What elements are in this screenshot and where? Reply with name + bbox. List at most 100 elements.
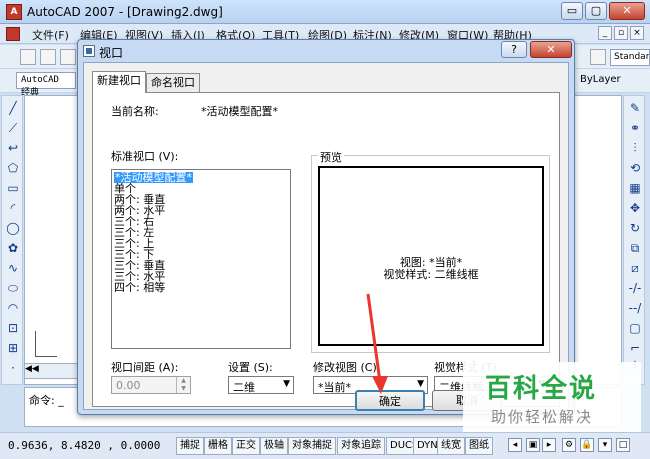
insert-block-icon[interactable]: ⊡ [5, 320, 21, 336]
ortho-toggle[interactable]: 正交 [232, 437, 260, 455]
polygon-icon[interactable]: ⬠ [5, 160, 21, 176]
coordinate-readout: 0.9636, 8.4820 , 0.0000 [8, 439, 161, 452]
osnap-toggle[interactable]: 对象捕捉 [288, 437, 336, 455]
trim-icon[interactable]: -/- [627, 280, 643, 296]
point-icon[interactable]: · [5, 360, 21, 376]
text-style-combo[interactable]: Standard [610, 49, 650, 66]
rectangle-icon[interactable]: ▭ [5, 180, 21, 196]
arc-icon[interactable]: ◜ [5, 200, 21, 216]
list-item[interactable]: 四个: 相等 [114, 282, 165, 293]
current-name-value: *活动模型配置* [201, 105, 278, 118]
new-file-icon[interactable] [20, 49, 36, 65]
break-icon[interactable]: ▢ [627, 320, 643, 336]
viewport-dialog-icon [83, 45, 95, 57]
preview-visual-style-text: 视觉样式: 二维线框 [383, 268, 479, 281]
workspace-combo[interactable]: AutoCAD 经典 [16, 72, 76, 98]
ucs-icon [35, 331, 57, 357]
extend-icon[interactable]: --/ [627, 300, 643, 316]
chevron-down-icon[interactable]: ▼ [177, 385, 190, 393]
command-prompt: 命令: _ [29, 394, 64, 407]
chevron-up-icon[interactable]: ▲ [177, 377, 190, 385]
current-name-label: 当前名称: [111, 105, 159, 118]
watermark-logo-text: 百科全说 [485, 374, 598, 404]
annotation-arrow-shaft [366, 293, 382, 383]
snap-toggle[interactable]: 捕捉 [176, 437, 204, 455]
viewport-spacing-stepper[interactable]: 0.00 ▲ ▼ [111, 376, 191, 394]
mdi-minimize-icon[interactable]: _ [598, 26, 612, 40]
new-viewports-panel: 当前名称: *活动模型配置* 标准视口 (V): *活动模型配置* 单个 两个:… [92, 92, 560, 407]
chamfer-icon[interactable]: ⌐ [627, 340, 643, 356]
offset-icon[interactable]: ⟲ [627, 160, 643, 176]
scroll-right-icon[interactable]: ▸ [542, 438, 556, 452]
annotation-arrow-head [372, 376, 388, 394]
status-bar: 0.9636, 8.4820 , 0.0000 捕捉 栅格 正交 极轴 对象捕捉… [0, 432, 650, 459]
dialog-help-button[interactable]: ? [501, 41, 527, 58]
paper-model-toggle[interactable]: 图纸 [465, 437, 493, 455]
viewport-icon[interactable]: ▣ [526, 438, 540, 452]
open-file-icon[interactable] [40, 49, 56, 65]
scroll-left-icon[interactable]: ◂ [508, 438, 522, 452]
move-icon[interactable]: ✥ [627, 200, 643, 216]
preview-label: 预览 [318, 149, 344, 165]
tray-settings-icon[interactable]: ⚙ [562, 438, 576, 452]
chevron-down-icon[interactable]: ▾ [598, 438, 612, 452]
lineweight-toggle[interactable]: 线宽 [437, 437, 465, 455]
line-icon[interactable]: ╱ [5, 100, 21, 116]
rotate-icon[interactable]: ↻ [627, 220, 643, 236]
watermark: 百科全说 助你轻松解决 [463, 362, 641, 432]
mirror-icon[interactable]: ⫶ [627, 140, 643, 156]
app-titlebar: A AutoCAD 2007 - [Drawing2.dwg] ▭ ▢ ✕ [0, 0, 650, 24]
erase-icon[interactable]: ✎ [627, 100, 643, 116]
mdi-close-icon[interactable]: × [630, 26, 644, 40]
ellipse-arc-icon[interactable]: ◠ [5, 300, 21, 316]
mdi-restore-icon[interactable]: ▫ [614, 26, 628, 40]
lock-icon[interactable]: 🔒 [580, 438, 594, 452]
annotation-arrow [366, 293, 388, 394]
stretch-icon[interactable]: ⧄ [627, 260, 643, 276]
layout-tabs[interactable]: ◀◀ [24, 363, 84, 379]
watermark-slogan: 助你轻松解决 [491, 408, 594, 426]
revision-cloud-icon[interactable]: ✿ [5, 240, 21, 256]
otrack-toggle[interactable]: 对象追踪 [337, 437, 385, 455]
setup-select-value: 二维 [233, 381, 255, 394]
scale-icon[interactable]: ⧉ [627, 240, 643, 256]
lineweight-combo[interactable]: ByLayer [580, 74, 621, 85]
save-file-icon[interactable] [60, 49, 76, 65]
make-block-icon[interactable]: ⊞ [5, 340, 21, 356]
minimize-button[interactable]: ▭ [561, 2, 583, 20]
tab-new-viewports[interactable]: 新建视口 [92, 71, 146, 93]
dialog-titlebar[interactable]: 视口 ? ✕ [78, 40, 574, 62]
copy-icon[interactable]: ⚭ [627, 120, 643, 136]
standard-viewports-list[interactable]: *活动模型配置* 单个 两个: 垂直 两个: 水平 三个: 右 三个: 左 三个… [111, 169, 291, 349]
spline-icon[interactable]: ∿ [5, 260, 21, 276]
stepper-arrows[interactable]: ▲ ▼ [176, 377, 190, 393]
polyline-icon[interactable]: ↩ [5, 140, 21, 156]
viewports-dialog: 视口 ? ✕ 新建视口 命名视口 当前名称: *活动模型配置* 标准视口 (V)… [77, 39, 575, 415]
autocad-app-icon[interactable]: A [6, 4, 22, 20]
chevron-down-icon: ▼ [417, 379, 424, 389]
document-icon[interactable] [6, 27, 20, 41]
close-button[interactable]: ✕ [609, 2, 645, 20]
polar-toggle[interactable]: 极轴 [260, 437, 288, 455]
dialog-body: 新建视口 命名视口 当前名称: *活动模型配置* 标准视口 (V): *活动模型… [83, 62, 569, 411]
ellipse-icon[interactable]: ⬭ [5, 280, 21, 296]
tab-named-viewports[interactable]: 命名视口 [146, 73, 200, 92]
change-view-select-value: *当前* [318, 381, 351, 394]
circle-icon[interactable]: ◯ [5, 220, 21, 236]
text-style-icon[interactable] [590, 49, 606, 65]
clean-screen-icon[interactable]: □ [616, 438, 630, 452]
grid-toggle[interactable]: 栅格 [204, 437, 232, 455]
viewport-spacing-value: 0.00 [116, 379, 141, 392]
menu-file[interactable]: 文件(F) [32, 27, 69, 43]
array-icon[interactable]: ▦ [627, 180, 643, 196]
app-title: AutoCAD 2007 - [Drawing2.dwg] [27, 5, 223, 19]
restore-button[interactable]: ▢ [585, 2, 607, 20]
dialog-close-button[interactable]: ✕ [530, 41, 572, 58]
chevron-down-icon: ▼ [283, 379, 290, 389]
standard-viewports-label: 标准视口 (V): [111, 150, 179, 163]
construction-line-icon[interactable]: ⟋ [5, 120, 21, 136]
setup-select[interactable]: 二维 ▼ [228, 376, 294, 394]
modify-toolbar: ✎ ⚭ ⫶ ⟲ ▦ ✥ ↻ ⧉ ⧄ -/- --/ ▢ ⌐ ╯ [623, 95, 645, 385]
draw-toolbar: ╱ ⟋ ↩ ⬠ ▭ ◜ ◯ ✿ ∿ ⬭ ◠ ⊡ ⊞ · [1, 95, 23, 385]
setup-label: 设置 (S): [228, 361, 273, 374]
